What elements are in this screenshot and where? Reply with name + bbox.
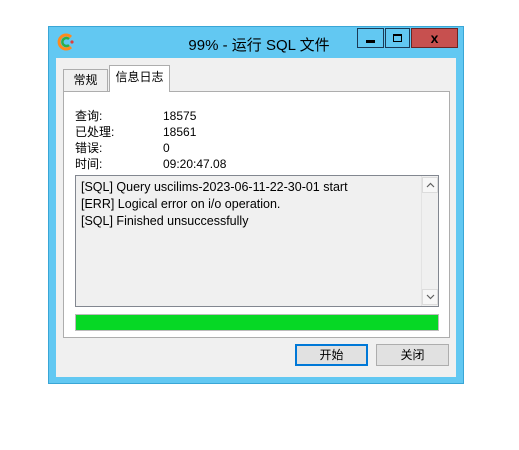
maximize-button[interactable] [385, 28, 410, 48]
processed-value: 18561 [163, 125, 197, 139]
tab-message-log[interactable]: 信息日志 [109, 65, 170, 92]
dialog-client-area: 常规 信息日志 查询: 18575 已处理: 18561 错误: 0 时间: 0… [56, 58, 456, 377]
chevron-down-icon [426, 294, 434, 300]
close-icon: x [430, 30, 439, 46]
run-sql-file-dialog: 99% - 运行 SQL 文件 x 常规 信息日志 查询: 18575 已处理:… [48, 26, 464, 384]
scroll-down-button[interactable] [422, 289, 438, 305]
errors-label: 错误: [75, 141, 103, 155]
time-value: 09:20:47.08 [163, 157, 227, 171]
message-log-panel: 查询: 18575 已处理: 18561 错误: 0 时间: 09:20:47.… [63, 91, 450, 338]
navicat-icon [57, 33, 74, 51]
log-scrollbar[interactable] [421, 176, 438, 306]
errors-value: 0 [163, 141, 170, 155]
close-button[interactable]: 关闭 [376, 344, 449, 366]
tab-general[interactable]: 常规 [63, 69, 108, 91]
progress-bar [75, 314, 439, 331]
time-label: 时间: [75, 157, 103, 171]
log-textarea[interactable]: [SQL] Query uscilims-2023-06-11-22-30-01… [75, 175, 439, 307]
processed-label: 已处理: [75, 125, 115, 139]
queries-value: 18575 [163, 109, 197, 123]
start-button[interactable]: 开始 [295, 344, 368, 366]
log-line: [ERR] Logical error on i/o operation. [81, 197, 281, 211]
minimize-button[interactable] [357, 28, 384, 48]
log-line: [SQL] Finished unsuccessfully [81, 214, 249, 228]
scroll-up-button[interactable] [422, 177, 438, 193]
maximize-icon [393, 34, 402, 42]
chevron-up-icon [426, 182, 434, 188]
queries-label: 查询: [75, 109, 103, 123]
progress-fill [76, 315, 438, 330]
log-line: [SQL] Query uscilims-2023-06-11-22-30-01… [81, 180, 348, 194]
minimize-icon [366, 40, 375, 43]
close-window-button[interactable]: x [411, 28, 458, 48]
title-bar[interactable]: 99% - 运行 SQL 文件 x [49, 27, 463, 58]
